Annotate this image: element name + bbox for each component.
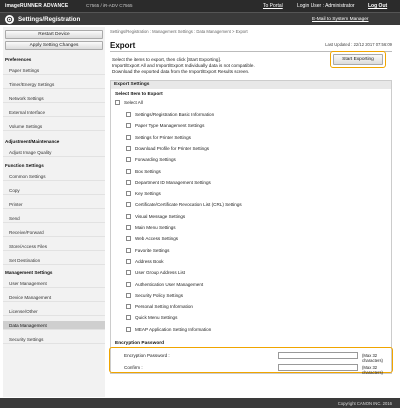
export-item-checkbox[interactable] [126, 236, 131, 242]
export-item-checkbox[interactable] [126, 145, 131, 151]
export-item-checkbox[interactable] [126, 326, 131, 332]
encryption-password-label: Encryption Password : [124, 353, 170, 358]
password-max-hint: (Max 32 characters) [362, 353, 383, 363]
export-item-label: MEAP Application Setting Information [135, 326, 212, 332]
page-title-bar: Settings/Registration [18, 16, 81, 23]
export-settings-panel: Export Settings Select Item to Export Se… [110, 80, 392, 374]
export-item-checkbox[interactable] [126, 168, 131, 174]
export-item-label: Settings for Printer Settings [135, 134, 191, 140]
panel-title: Export Settings [111, 81, 391, 89]
export-item-checkbox[interactable] [126, 225, 131, 230]
export-item-label: Download Profile for Printer Settings [135, 145, 210, 151]
export-item-checkbox[interactable] [126, 191, 131, 197]
last-updated: Last Updated : 22/12 2017 07:56:09 [325, 42, 392, 47]
export-item-label: Box Settings [135, 168, 161, 174]
export-item-checkbox[interactable] [126, 213, 131, 219]
copyright: Copyright CANON INC. 2016 [337, 400, 392, 406]
page: imageRUNNER ADVANCE C7565 / iR-ADV C7565… [0, 0, 400, 408]
sidebar-item-paper-settings[interactable]: Paper Settings [3, 66, 105, 75]
export-item-checkbox[interactable] [126, 247, 131, 253]
to-portal-link[interactable]: To Portal [263, 3, 283, 9]
export-item-label: Web Access Settings [135, 236, 179, 242]
sidebar-item-data-management[interactable]: Data Management [3, 321, 105, 330]
confirm-password-input[interactable] [278, 364, 358, 371]
export-item-label: Authentication User Management [135, 281, 204, 287]
sidebar: Restart Device Apply Setting Changes Pre… [3, 27, 105, 397]
encryption-header: Encryption Password [115, 341, 165, 346]
main-content: Settings/Registration : Management Setti… [108, 27, 396, 397]
start-exporting-button[interactable]: Start Exporting [333, 54, 383, 65]
export-item-checkbox[interactable] [126, 112, 131, 117]
export-item-label: Department ID Management Settings [135, 179, 211, 185]
restart-device-button[interactable]: Restart Device [5, 30, 103, 39]
export-item-label: Forwarding Settings [135, 157, 176, 163]
export-item-checkbox[interactable] [126, 270, 131, 276]
sidebar-item-store-access[interactable]: Store/Access Files [3, 242, 105, 251]
sidebar-item-timer-energy[interactable]: Timer/Energy Settings [3, 80, 105, 89]
breadcrumb: Settings/Registration : Management Setti… [110, 29, 248, 34]
export-item-label: Main Menu Settings [135, 225, 176, 230]
encryption-password-input[interactable] [278, 352, 358, 359]
export-item-label: Settings/Registration Basic Information [135, 112, 215, 117]
footer: Copyright CANON INC. 2016 [0, 398, 400, 408]
export-item-label: Favorite Settings [135, 247, 170, 253]
export-item-label: Security Policy Settings [135, 292, 183, 298]
sidebar-item-user-management[interactable]: User Management [3, 279, 105, 288]
sidebar-item-security[interactable]: Security Settings [3, 335, 105, 344]
confirm-max-hint: (Max 32 characters) [362, 365, 383, 375]
instruction-line: Download the exported data from the Impo… [112, 69, 250, 74]
export-item-checkbox[interactable] [126, 134, 131, 140]
sidebar-item-send[interactable]: Send [3, 214, 105, 223]
sidebar-item-license[interactable]: License/Other [3, 307, 105, 316]
export-item-label: Address Book [135, 258, 164, 264]
sidebar-item-printer[interactable]: Printer [3, 200, 105, 209]
instruction-line: Import/Export All and Import/Export Indi… [112, 63, 255, 68]
sidebar-item-adjust-image[interactable]: Adjust Image Quality [3, 148, 105, 157]
export-item-label: Key Settings [135, 191, 161, 197]
section-preferences: Preferences [5, 57, 32, 62]
export-item-label: Quick Menu Settings [135, 315, 178, 321]
sidebar-item-set-destination[interactable]: Set Destination [3, 256, 105, 265]
export-item-checkbox[interactable] [126, 281, 131, 287]
section-management: Management Settings [5, 270, 53, 275]
title-bar: Settings/Registration E-Mail to System M… [0, 12, 400, 25]
export-item-checkbox[interactable] [126, 315, 131, 321]
export-item-label: Personal Setting Information [135, 304, 193, 310]
email-system-manager-link[interactable]: E-Mail to System Manager [312, 17, 369, 22]
export-item-checkbox[interactable] [126, 179, 131, 185]
sidebar-item-copy[interactable]: Copy [3, 186, 105, 195]
section-adjustment: Adjustment/Maintenance [5, 139, 60, 144]
sidebar-item-receive[interactable]: Receive/Forward [3, 228, 105, 237]
confirm-label: Confirm : [124, 365, 143, 370]
export-item-checkbox[interactable] [126, 157, 131, 163]
device-name: C7565 / iR-ADV C7565 [86, 3, 133, 8]
product-name: imageRUNNER ADVANCE [5, 3, 69, 9]
export-item-checkbox[interactable] [126, 123, 131, 129]
section-function: Function Settings [5, 163, 44, 168]
select-all-label: Select All [124, 100, 143, 105]
export-item-label: Paper Type Management Settings [135, 123, 205, 129]
sidebar-item-device-management[interactable]: Device Management [3, 293, 105, 302]
export-item-checkbox[interactable] [126, 258, 131, 264]
export-item-checkbox[interactable] [126, 202, 131, 208]
instruction-line: Select the items to export, then click [… [112, 57, 222, 62]
export-item-label: Visual Message Settings [135, 213, 186, 219]
apply-settings-button[interactable]: Apply Setting Changes [5, 41, 103, 50]
sidebar-item-network[interactable]: Network Settings [3, 94, 105, 103]
select-item-header: Select Item to Export [115, 92, 163, 97]
sidebar-item-external-interface[interactable]: External Interface [3, 108, 105, 117]
top-bar: imageRUNNER ADVANCE C7565 / iR-ADV C7565… [0, 0, 400, 12]
export-item-label: Certificate/Certificate Revocation List … [135, 202, 242, 208]
settings-icon [5, 15, 14, 24]
sidebar-item-common[interactable]: Common Settings [3, 172, 105, 181]
sidebar-item-volume[interactable]: Volume Settings [3, 122, 105, 131]
logout-link[interactable]: Log Out [368, 3, 387, 9]
select-all-checkbox[interactable] [115, 100, 120, 105]
export-item-checkbox[interactable] [126, 304, 131, 310]
login-user-label: Login User : Administrator [297, 3, 355, 9]
export-item-label: User Group Address List [135, 270, 186, 276]
page-title: Export [110, 41, 136, 50]
export-item-checkbox[interactable] [126, 292, 131, 298]
